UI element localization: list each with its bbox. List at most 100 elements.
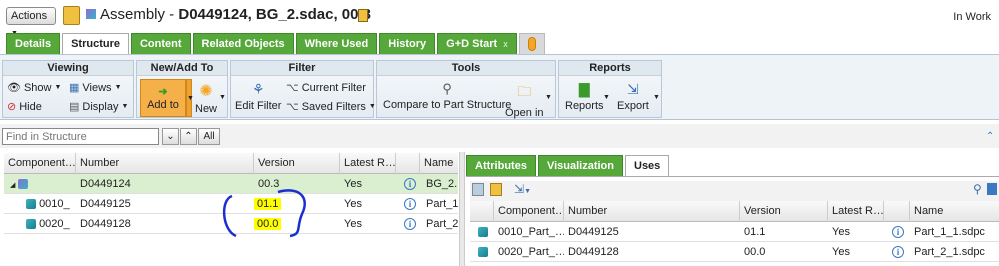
tab-details[interactable]: Details: [6, 33, 61, 54]
export-button[interactable]: ⇲ Export: [617, 81, 649, 112]
new-add-title: New/Add To: [137, 61, 227, 76]
col-version[interactable]: Version: [254, 153, 340, 174]
col-version[interactable]: Version: [740, 201, 828, 222]
edit-filter-label: Edit Filter: [235, 100, 282, 112]
col-info[interactable]: [396, 153, 420, 174]
col-info[interactable]: [884, 201, 910, 222]
info-icon[interactable]: i: [400, 194, 420, 214]
latest-cell: Yes: [832, 246, 850, 258]
show-button[interactable]: 👁 Show ▼: [7, 81, 61, 95]
col-latest[interactable]: Latest R…: [828, 201, 884, 222]
info-icon[interactable]: i: [888, 222, 910, 242]
saved-filters-label: Saved Filters: [301, 100, 366, 113]
chevron-down-icon: ▼: [219, 94, 226, 101]
reports-dropdown[interactable]: ▼: [603, 94, 610, 101]
new-dropdown[interactable]: ▼: [219, 94, 226, 101]
add-to-dropdown[interactable]: ▼: [186, 79, 194, 117]
pane-splitter[interactable]: [459, 152, 465, 266]
col-latest[interactable]: Latest R…: [340, 153, 396, 174]
find-next-button[interactable]: ⌄: [162, 128, 179, 145]
col-name[interactable]: Name: [420, 153, 458, 174]
find-all-button[interactable]: All: [198, 128, 220, 145]
notebook-icon[interactable]: [358, 9, 368, 22]
col-type[interactable]: [470, 201, 494, 222]
current-filter-label: Current Filter: [301, 81, 366, 94]
chevron-down-icon: ▼: [545, 94, 552, 101]
version-cell: 01.1: [744, 226, 766, 238]
col-component[interactable]: Component…: [4, 153, 76, 174]
hide-button[interactable]: ⊘ Hide: [7, 100, 42, 114]
number-cell: D0449128: [568, 246, 619, 258]
type-cell: [474, 222, 494, 242]
info-icon[interactable]: i: [400, 214, 420, 234]
search-icon[interactable]: ⚲: [973, 182, 982, 196]
copy-icon[interactable]: [472, 183, 484, 196]
part-icon: [478, 227, 488, 238]
add-to-label: Add to: [147, 99, 179, 111]
open-in-dropdown[interactable]: ▼: [545, 94, 552, 101]
export-icon: ⇲: [627, 81, 639, 97]
tab-gd-start-label: G+D Start: [446, 38, 498, 50]
compare-button[interactable]: ⚲ Compare to Part Structure: [383, 81, 511, 111]
find-in-structure-input[interactable]: [2, 128, 159, 145]
collapse-icon[interactable]: ⌃: [986, 131, 994, 142]
tree-node[interactable]: 0010_: [22, 194, 76, 214]
display-label: Display: [82, 100, 119, 113]
tab-structure[interactable]: Structure: [62, 33, 129, 54]
open-in-button[interactable]: 🗀 Open in: [505, 81, 544, 119]
part-icon: [478, 247, 488, 258]
tab-divider: [466, 176, 999, 177]
page-title: Assembly - D0449124, BG_2.sdac, 00.3: [100, 6, 371, 23]
tab-content[interactable]: Content: [130, 33, 191, 54]
export-icon[interactable]: ⇲▼: [514, 182, 531, 196]
assembly-icon: [86, 9, 96, 19]
new-button[interactable]: ✺ New: [195, 81, 217, 115]
paste-icon[interactable]: [490, 183, 502, 196]
add-tab-button[interactable]: [518, 33, 545, 54]
object-tabs: Details Structure Content Related Object…: [6, 33, 545, 54]
tab-visualization[interactable]: Visualization: [537, 155, 623, 176]
toolbar-ribbon: Viewing 👁 Show ▼ ⊘ Hide ▦ Views ▼ ▤ Display ▼ N…: [0, 54, 999, 120]
new-add-group: New/Add To ➜ Add to ▼ ✺ New ▼: [136, 60, 228, 118]
tree-node[interactable]: 0020_: [22, 214, 76, 234]
close-icon[interactable]: x: [503, 39, 508, 49]
tab-uses[interactable]: Uses: [625, 155, 670, 176]
current-filter-button[interactable]: ⌥ Current Filter: [286, 81, 366, 95]
assembly-type-icon: [63, 6, 80, 25]
tab-history[interactable]: History: [379, 33, 436, 54]
col-number[interactable]: Number: [76, 153, 254, 174]
tab-related-objects[interactable]: Related Objects: [192, 33, 294, 54]
col-number[interactable]: Number: [564, 201, 740, 222]
table-row[interactable]: 0020_Part_… D0449128 00.0 Yes i Part_2_1…: [470, 242, 999, 262]
tab-where-used[interactable]: Where Used: [295, 33, 378, 54]
tab-gd-start[interactable]: G+D Start x: [437, 33, 517, 54]
add-to-button[interactable]: ➜ Add to: [140, 79, 186, 117]
actions-button[interactable]: Actions ▼: [6, 7, 56, 37]
views-button[interactable]: ▦ Views ▼: [69, 81, 122, 95]
latest-cell: Yes: [344, 198, 362, 210]
part-icon: [26, 199, 36, 210]
tree-node[interactable]: ◢: [6, 174, 76, 194]
display-icon: ▤: [69, 101, 80, 113]
display-button[interactable]: ▤ Display ▼: [69, 100, 128, 114]
name-cell: Part_2_1.sdpc: [914, 246, 985, 258]
find-previous-button[interactable]: ⌃: [180, 128, 197, 145]
uses-toolbar: [470, 181, 999, 201]
component-cell: 0010_Part_…: [498, 226, 564, 238]
table-row[interactable]: 0010_Part_… D0449125 01.1 Yes i Part_1_1…: [470, 222, 999, 242]
tab-attributes[interactable]: Attributes: [466, 155, 536, 176]
info-icon[interactable]: i: [888, 242, 910, 262]
find-icon[interactable]: [987, 183, 997, 195]
add-to-icon: ➜: [158, 86, 168, 98]
saved-filters-button[interactable]: ⌥ Saved Filters ▼: [286, 100, 376, 114]
eye-icon: 👁: [7, 82, 21, 94]
edit-filter-button[interactable]: ⚘ Edit Filter: [235, 81, 281, 112]
reports-group: Reports ▇ Reports ▼ ⇲ Export ▼: [558, 60, 662, 118]
latest-cell: Yes: [832, 226, 850, 238]
col-name[interactable]: Name: [910, 201, 999, 222]
col-component[interactable]: Component…: [494, 201, 564, 222]
reports-button[interactable]: ▇ Reports: [565, 81, 604, 112]
folder-icon: 🗀: [517, 83, 532, 99]
export-dropdown[interactable]: ▼: [653, 94, 660, 101]
info-icon[interactable]: i: [400, 174, 420, 194]
